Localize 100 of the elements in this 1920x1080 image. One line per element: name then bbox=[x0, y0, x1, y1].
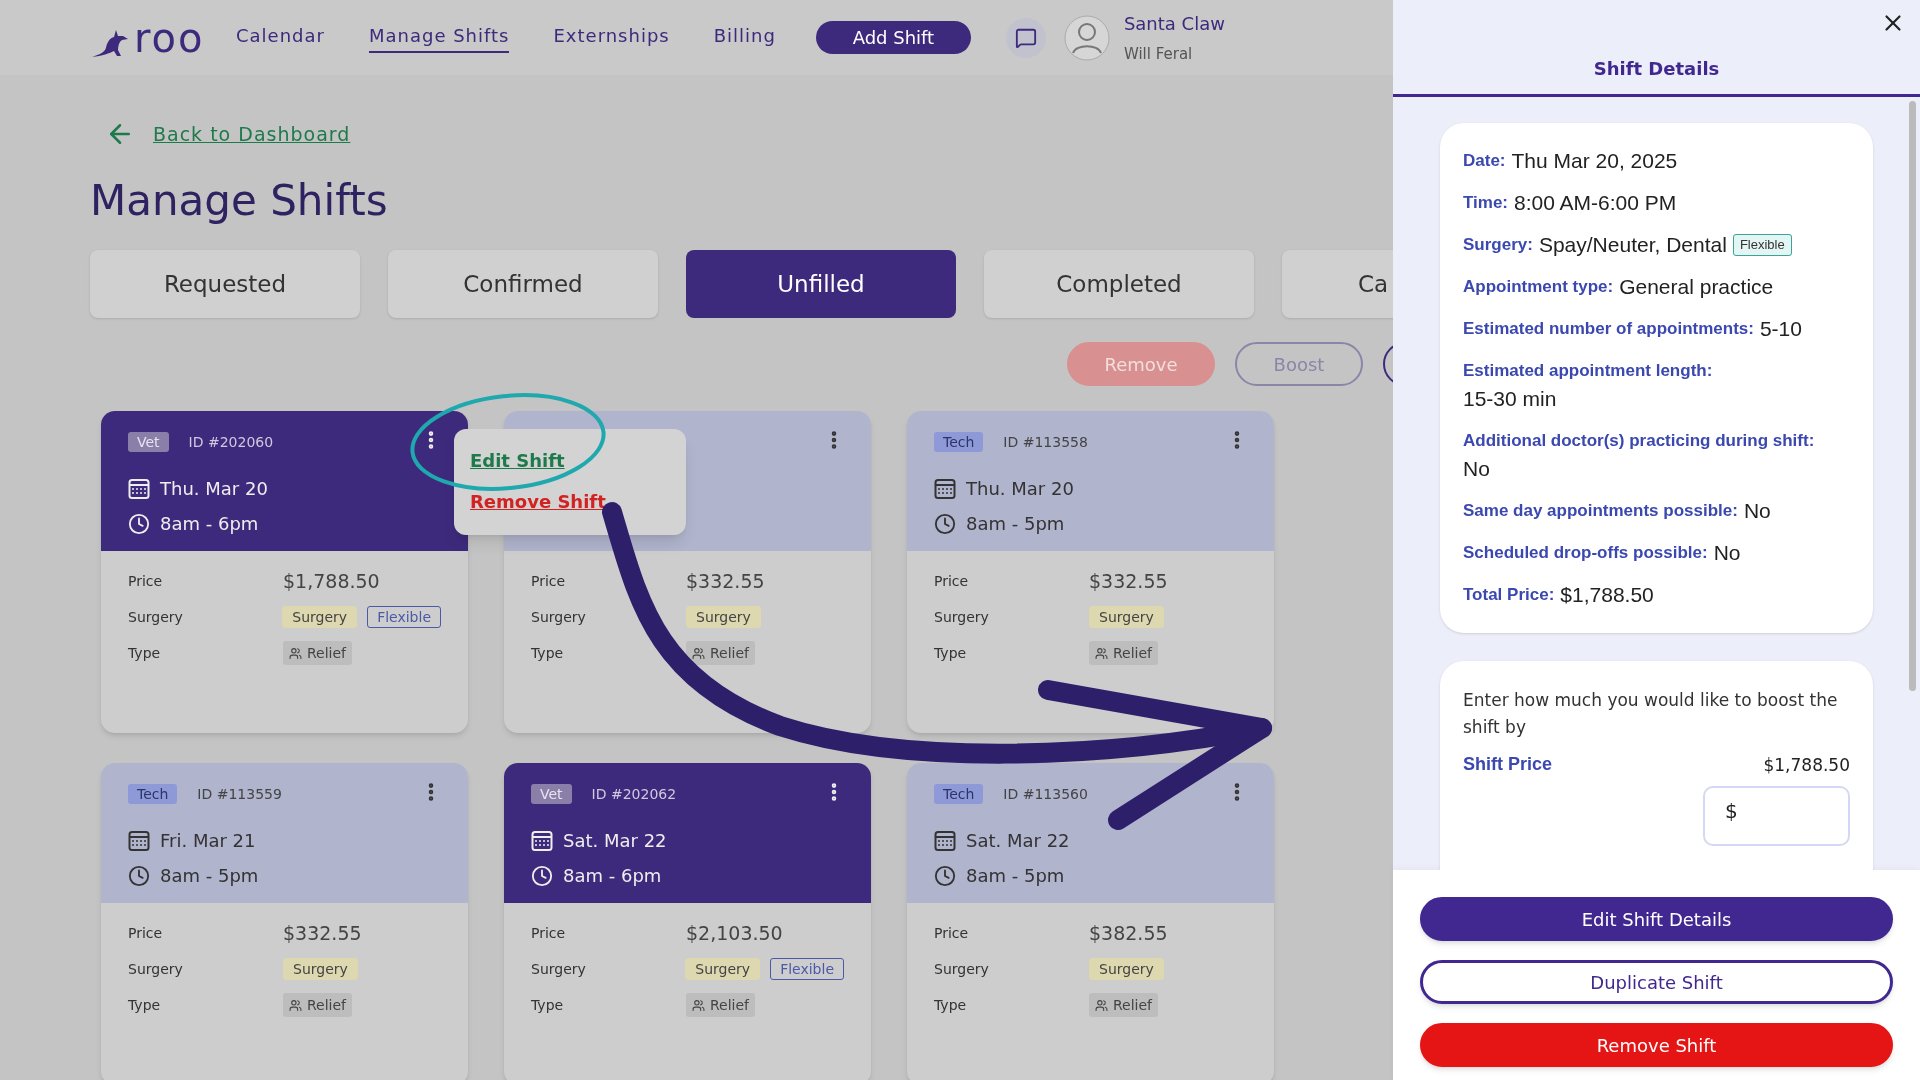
duplicate-shift-button[interactable]: Duplicate Shift bbox=[1420, 960, 1893, 1004]
shift-date: Thu. Mar 20 bbox=[160, 477, 268, 501]
people-icon bbox=[289, 998, 302, 1012]
remove-shift-button[interactable]: Remove Shift bbox=[1420, 1023, 1893, 1067]
status-tab[interactable]: Ca bbox=[1282, 250, 1393, 318]
shift-time: 8am - 6pm bbox=[563, 864, 662, 888]
field-label: Surgery bbox=[128, 607, 184, 627]
field-label: Price bbox=[934, 571, 970, 591]
detail-value: 8:00 AM-6:00 PM bbox=[1514, 191, 1677, 215]
type-chip: Relief bbox=[686, 641, 756, 665]
role-tag: Tech bbox=[934, 432, 984, 452]
price-value: $332.55 bbox=[1089, 568, 1168, 594]
shift-card[interactable]: Tech ID #113559 Fri. Mar 21 8am - 5pm Price $332.55 Surgery Surgery Type Relief bbox=[101, 763, 468, 1080]
shift-card[interactable]: Tech ID #113558 Thu. Mar 20 8am - 5pm Price $332.55 Surgery Surgery Type Relief bbox=[907, 411, 1274, 733]
type-chip: Relief bbox=[1089, 641, 1159, 665]
avatar-icon[interactable] bbox=[1063, 14, 1110, 61]
detail-label: Additional doctor(s) practicing during shift: bbox=[1463, 430, 1816, 452]
shift-time: 8am - 5pm bbox=[966, 512, 1065, 536]
calendar-icon bbox=[934, 477, 956, 500]
detail-label: Total Price: bbox=[1463, 584, 1555, 606]
status-tab[interactable]: Unfilled bbox=[686, 250, 956, 318]
currency-prefix: $ bbox=[1725, 799, 1738, 823]
shift-card[interactable]: Tech ID #113560 Sat. Mar 22 8am - 5pm Price $382.55 Surgery Surgery Type Relief bbox=[907, 763, 1274, 1080]
page-title: Manage Shifts bbox=[90, 175, 389, 227]
add-shift-button[interactable]: Add Shift bbox=[815, 21, 971, 54]
logo-text: roo bbox=[134, 17, 205, 58]
calendar-icon bbox=[934, 829, 956, 852]
scrollbar[interactable] bbox=[1909, 101, 1916, 691]
surgery-tag: Surgery bbox=[282, 606, 358, 628]
detail-value: $1,788.50 bbox=[1560, 583, 1654, 607]
boost-input-field[interactable]: $ bbox=[1703, 786, 1850, 846]
flexible-tag: Flexible bbox=[770, 958, 844, 980]
calendar-icon bbox=[128, 829, 150, 852]
nav-link[interactable]: Externships bbox=[553, 22, 670, 53]
field-label: Surgery bbox=[531, 959, 587, 979]
shift-card[interactable]: Vet ID #202062 Sat. Mar 22 8am - 6pm Price $2,103.50 Surgery Surgery Flexible Type Relief bbox=[504, 763, 871, 1080]
shift-time: 8am - 5pm bbox=[966, 864, 1065, 888]
surgery-tag: Surgery bbox=[283, 958, 358, 980]
people-icon bbox=[692, 998, 705, 1012]
role-tag: Tech bbox=[128, 784, 178, 804]
clock-icon bbox=[934, 864, 956, 887]
field-label: Price bbox=[934, 923, 970, 943]
shift-id: ID #113559 bbox=[197, 784, 282, 804]
field-label: Surgery bbox=[934, 959, 990, 979]
detail-value: Thu Mar 20, 2025 bbox=[1511, 149, 1678, 173]
price-value: $1,788.50 bbox=[283, 568, 380, 594]
clock-icon bbox=[934, 512, 956, 535]
nav-link[interactable]: Billing bbox=[713, 22, 776, 53]
surgery-tag: Surgery bbox=[685, 958, 761, 980]
status-tab[interactable]: Completed bbox=[984, 250, 1254, 318]
detail-label: Appointment type: bbox=[1463, 276, 1614, 298]
field-label: Type bbox=[934, 995, 968, 1015]
clock-icon bbox=[128, 864, 150, 887]
calendar-icon bbox=[128, 477, 150, 500]
role-tag: Vet bbox=[531, 784, 572, 804]
detail-value: No bbox=[1463, 457, 1491, 481]
shift-date: Sat. Mar 22 bbox=[563, 829, 667, 853]
detail-label: Estimated appointment length: bbox=[1463, 360, 1714, 382]
shift-id: ID #113558 bbox=[1003, 432, 1088, 452]
field-label: Surgery bbox=[934, 607, 990, 627]
shift-date: Thu. Mar 20 bbox=[966, 477, 1074, 501]
drawer-tab[interactable]: Shift Details bbox=[1593, 55, 1720, 82]
detail-label: Time: bbox=[1463, 192, 1509, 214]
price-value: $332.55 bbox=[283, 920, 362, 946]
type-chip: Relief bbox=[686, 993, 756, 1017]
detail-value: Spay/Neuter, Dental bbox=[1538, 233, 1727, 257]
shift-date: Sat. Mar 22 bbox=[966, 829, 1070, 853]
calendar-icon bbox=[531, 829, 553, 852]
detail-label: Surgery: bbox=[1463, 234, 1533, 256]
surgery-tag: Surgery bbox=[686, 606, 761, 628]
detail-value: General practice bbox=[1619, 275, 1774, 299]
user-subtitle: Will Feral bbox=[1123, 43, 1194, 65]
shift-price-label: Shift Price bbox=[1463, 753, 1553, 776]
flexible-tag: Flexible bbox=[1732, 234, 1792, 256]
field-label: Type bbox=[531, 995, 565, 1015]
people-icon bbox=[692, 646, 705, 660]
field-label: Price bbox=[531, 923, 567, 943]
detail-label: Scheduled drop-offs possible: bbox=[1463, 542, 1708, 564]
field-label: Price bbox=[531, 571, 567, 591]
role-tag: Vet bbox=[128, 432, 169, 452]
nav-link[interactable]: Calendar bbox=[236, 22, 325, 53]
shift-time: 8am - 5pm bbox=[160, 864, 259, 888]
detail-value: No bbox=[1713, 541, 1741, 565]
field-label: Surgery bbox=[128, 959, 184, 979]
detail-label: Same day appointments possible: bbox=[1463, 500, 1738, 522]
shift-id: ID #202060 bbox=[188, 432, 274, 452]
detail-label: Estimated number of appointments: bbox=[1463, 318, 1754, 340]
nav-link[interactable]: Manage Shifts bbox=[368, 22, 510, 53]
status-tab[interactable]: Confirmed bbox=[388, 250, 658, 318]
type-chip: Relief bbox=[283, 993, 353, 1017]
boost-prompt: Enter how much you would like to boost the shift by bbox=[1463, 689, 1839, 739]
field-label: Price bbox=[128, 571, 164, 591]
clock-icon bbox=[128, 512, 150, 535]
type-chip: Relief bbox=[1089, 993, 1159, 1017]
status-tab[interactable]: Requested bbox=[90, 250, 360, 318]
shift-id: ID #113560 bbox=[1003, 784, 1088, 804]
field-label: Type bbox=[531, 643, 565, 663]
detail-value: 5-10 bbox=[1759, 317, 1802, 341]
role-tag: Tech bbox=[934, 784, 984, 804]
edit-shift-details-button[interactable]: Edit Shift Details bbox=[1420, 897, 1893, 941]
